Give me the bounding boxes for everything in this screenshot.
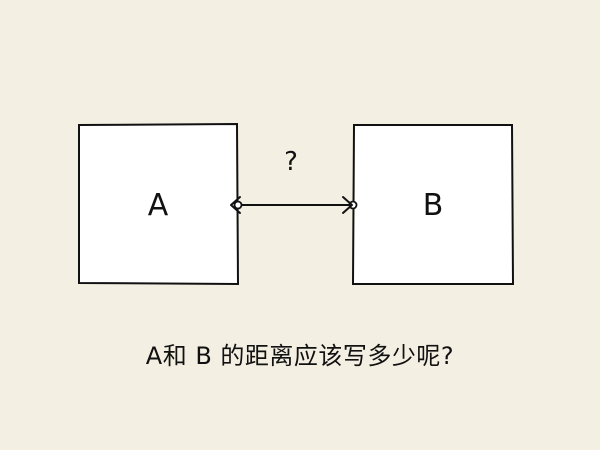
gap-question-mark: ? [284, 147, 298, 177]
box-a: A [78, 122, 240, 286]
arrow-end-circle-left [233, 200, 243, 210]
box-b-label: B [423, 188, 444, 223]
distance-arrow [230, 196, 358, 214]
caption: A和 B 的距离应该写多少呢? [145, 342, 455, 370]
box-a-label: A [148, 188, 169, 223]
spacing-diagram: A B ? [78, 122, 515, 286]
box-b: B [351, 124, 515, 285]
diagram-canvas: A B ? A和 B 的距离应该写多少呢? [0, 0, 600, 450]
